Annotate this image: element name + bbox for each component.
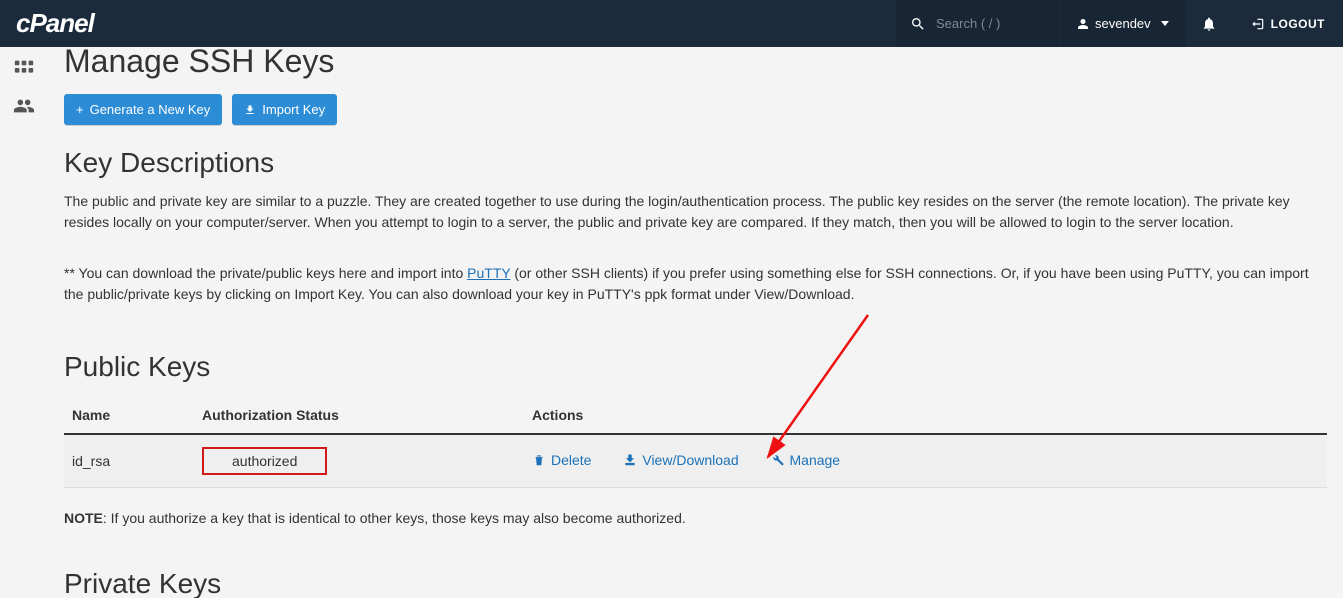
button-row: + Generate a New Key Import Key bbox=[64, 94, 1327, 125]
delete-label: Delete bbox=[551, 452, 591, 468]
page-title: Manage SSH Keys bbox=[64, 47, 1327, 80]
putty-link[interactable]: PuTTY bbox=[467, 265, 510, 281]
main-content: Manage SSH Keys + Generate a New Key Imp… bbox=[48, 47, 1343, 598]
import-key-button[interactable]: Import Key bbox=[232, 94, 337, 125]
logout-button[interactable]: LOGOUT bbox=[1233, 0, 1343, 47]
logout-icon bbox=[1251, 17, 1265, 31]
description-paragraph-1: The public and private key are similar t… bbox=[64, 191, 1327, 233]
search-box[interactable] bbox=[896, 0, 1060, 47]
apps-grid-icon[interactable] bbox=[10, 57, 38, 79]
view-download-action[interactable]: View/Download bbox=[623, 452, 738, 468]
caret-down-icon bbox=[1161, 21, 1169, 26]
col-name: Name bbox=[64, 397, 194, 434]
left-sidebar bbox=[0, 47, 48, 598]
generate-key-button[interactable]: + Generate a New Key bbox=[64, 94, 222, 125]
note-label: NOTE bbox=[64, 510, 103, 526]
user-menu[interactable]: sevendev bbox=[1061, 0, 1185, 47]
desc2-pre: ** You can download the private/public k… bbox=[64, 265, 467, 281]
header-right: sevendev LOGOUT bbox=[896, 0, 1343, 47]
key-name-cell: id_rsa bbox=[64, 434, 194, 488]
key-actions-cell: Delete View/Download Manage bbox=[524, 434, 1327, 488]
key-auth-cell: authorized bbox=[194, 434, 524, 488]
search-input[interactable] bbox=[936, 16, 1046, 31]
trash-icon bbox=[532, 453, 546, 467]
username-label: sevendev bbox=[1095, 16, 1151, 31]
public-keys-table: Name Authorization Status Actions id_rsa… bbox=[64, 397, 1327, 488]
description-paragraph-2: ** You can download the private/public k… bbox=[64, 263, 1327, 305]
col-auth: Authorization Status bbox=[194, 397, 524, 434]
view-label: View/Download bbox=[642, 452, 738, 468]
cpanel-logo: cPanel bbox=[16, 8, 94, 39]
import-icon bbox=[244, 104, 256, 116]
users-icon[interactable] bbox=[10, 95, 38, 117]
notifications-button[interactable] bbox=[1185, 0, 1233, 47]
logout-label: LOGOUT bbox=[1271, 17, 1325, 31]
user-icon bbox=[1077, 18, 1089, 30]
note-text: : If you authorize a key that is identic… bbox=[103, 510, 686, 526]
import-key-label: Import Key bbox=[262, 102, 325, 117]
wrench-icon bbox=[771, 453, 785, 467]
download-icon bbox=[623, 453, 637, 467]
table-header-row: Name Authorization Status Actions bbox=[64, 397, 1327, 434]
plus-icon: + bbox=[76, 102, 84, 117]
top-header: cPanel sevendev LOGOUT bbox=[0, 0, 1343, 47]
delete-action[interactable]: Delete bbox=[532, 452, 591, 468]
generate-key-label: Generate a New Key bbox=[90, 102, 211, 117]
bell-icon bbox=[1201, 16, 1217, 32]
manage-action[interactable]: Manage bbox=[771, 452, 841, 468]
table-row: id_rsa authorized Delete View/Download bbox=[64, 434, 1327, 488]
search-icon bbox=[910, 16, 926, 32]
col-actions: Actions bbox=[524, 397, 1327, 434]
public-keys-heading: Public Keys bbox=[64, 351, 1327, 383]
manage-label: Manage bbox=[790, 452, 841, 468]
key-descriptions-heading: Key Descriptions bbox=[64, 147, 1327, 179]
note-paragraph: NOTE: If you authorize a key that is ide… bbox=[64, 510, 1327, 526]
private-keys-heading: Private Keys bbox=[64, 568, 1327, 598]
authorization-badge: authorized bbox=[202, 447, 327, 475]
